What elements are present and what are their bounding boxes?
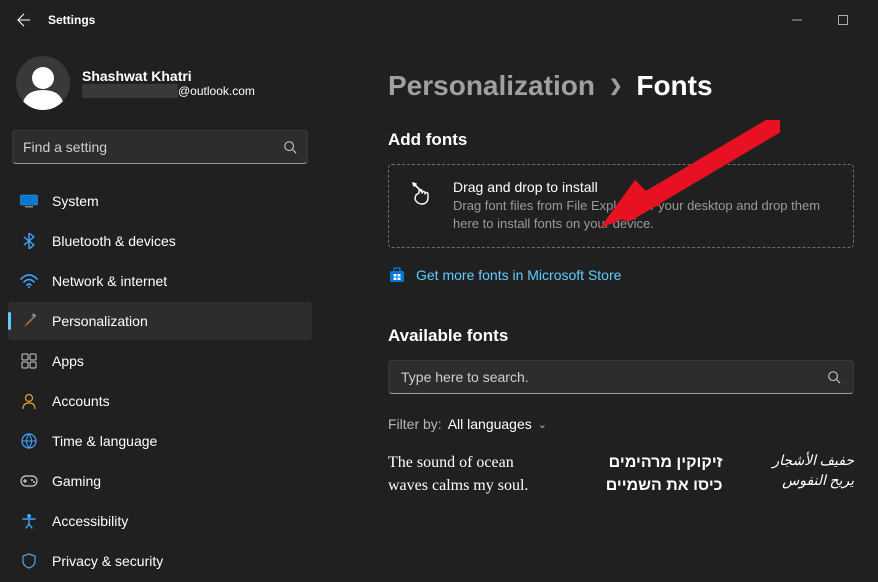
dropzone-subtitle: Drag font files from File Explorer or yo…: [453, 197, 833, 233]
sidebar-item-network[interactable]: Network & internet: [8, 262, 312, 300]
sidebar-item-privacy[interactable]: Privacy & security: [8, 542, 312, 580]
sidebar-item-label: System: [52, 193, 99, 209]
back-arrow-icon: [17, 13, 31, 27]
search-icon: [827, 370, 841, 384]
window-title: Settings: [48, 13, 95, 27]
settings-search[interactable]: Find a setting: [12, 130, 308, 164]
sidebar-item-label: Time & language: [52, 433, 157, 449]
available-fonts-heading: Available fonts: [388, 326, 854, 346]
sidebar: Shashwat Khatri xxxxxxxxxxxxxxxx@outlook…: [0, 40, 320, 582]
brush-icon: [20, 312, 38, 330]
sidebar-item-label: Bluetooth & devices: [52, 233, 176, 249]
filter-label: Filter by:: [388, 416, 442, 432]
system-icon: [20, 192, 38, 210]
back-button[interactable]: [12, 8, 36, 32]
game-icon: [20, 472, 38, 490]
maximize-button[interactable]: [820, 4, 866, 36]
font-preview-card[interactable]: זיקוקין מרהימים כיסו את השמיים: [585, 452, 722, 497]
minimize-icon: [792, 15, 802, 25]
add-fonts-heading: Add fonts: [388, 130, 854, 150]
store-link[interactable]: Get more fonts in Microsoft Store: [388, 266, 854, 284]
search-icon: [283, 140, 297, 154]
store-link-text: Get more fonts in Microsoft Store: [416, 267, 621, 283]
profile-email: xxxxxxxxxxxxxxxx@outlook.com: [82, 84, 255, 98]
shield-icon: [20, 552, 38, 570]
search-placeholder: Find a setting: [23, 139, 283, 155]
sidebar-item-label: Personalization: [52, 313, 148, 329]
sidebar-item-personalization[interactable]: Personalization: [8, 302, 312, 340]
filter-row[interactable]: Filter by: All languages ⌄: [388, 416, 854, 432]
accessibility-icon: [20, 512, 38, 530]
profile-text: Shashwat Khatri xxxxxxxxxxxxxxxx@outlook…: [82, 68, 255, 98]
font-preview-row: The sound of ocean waves calms my soul. …: [388, 452, 854, 497]
minimize-button[interactable]: [774, 4, 820, 36]
breadcrumb: Personalization ❯ Fonts: [388, 70, 854, 102]
wifi-icon: [20, 272, 38, 290]
store-icon: [388, 266, 406, 284]
sidebar-item-system[interactable]: System: [8, 182, 312, 220]
sidebar-item-label: Privacy & security: [52, 553, 163, 569]
page-title: Fonts: [636, 70, 712, 102]
sidebar-item-label: Network & internet: [52, 273, 167, 289]
profile-name: Shashwat Khatri: [82, 68, 255, 84]
font-dropzone[interactable]: Drag and drop to install Drag font files…: [388, 164, 854, 248]
avatar-icon: [16, 62, 70, 110]
drag-hand-icon: [409, 181, 435, 233]
chevron-down-icon: ⌄: [538, 418, 547, 431]
main-content: Personalization ❯ Fonts Add fonts Drag a…: [320, 40, 878, 582]
font-search-placeholder: Type here to search.: [401, 369, 827, 385]
sidebar-item-label: Apps: [52, 353, 84, 369]
sidebar-item-label: Accessibility: [52, 513, 128, 529]
sidebar-item-time-language[interactable]: Time & language: [8, 422, 312, 460]
sidebar-item-label: Accounts: [52, 393, 110, 409]
sidebar-item-label: Gaming: [52, 473, 101, 489]
sidebar-item-apps[interactable]: Apps: [8, 342, 312, 380]
globe-time-icon: [20, 432, 38, 450]
sidebar-item-bluetooth[interactable]: Bluetooth & devices: [8, 222, 312, 260]
title-bar: Settings: [0, 0, 878, 40]
sidebar-item-gaming[interactable]: Gaming: [8, 462, 312, 500]
font-search-input[interactable]: Type here to search.: [388, 360, 854, 394]
person-icon: [20, 392, 38, 410]
breadcrumb-parent[interactable]: Personalization: [388, 70, 595, 102]
bluetooth-icon: [20, 232, 38, 250]
nav-list: System Bluetooth & devices Network & int…: [4, 182, 316, 580]
sidebar-item-accessibility[interactable]: Accessibility: [8, 502, 312, 540]
dropzone-title: Drag and drop to install: [453, 179, 833, 195]
filter-value: All languages: [448, 416, 532, 432]
font-preview-card[interactable]: The sound of ocean waves calms my soul.: [388, 452, 545, 497]
apps-icon: [20, 352, 38, 370]
maximize-icon: [838, 15, 848, 25]
profile-block[interactable]: Shashwat Khatri xxxxxxxxxxxxxxxx@outlook…: [4, 50, 316, 126]
sidebar-item-accounts[interactable]: Accounts: [8, 382, 312, 420]
font-preview-card[interactable]: حفيف الأشجار يريح النفوس: [763, 452, 854, 491]
avatar: [16, 56, 70, 110]
chevron-right-icon: ❯: [609, 76, 622, 96]
